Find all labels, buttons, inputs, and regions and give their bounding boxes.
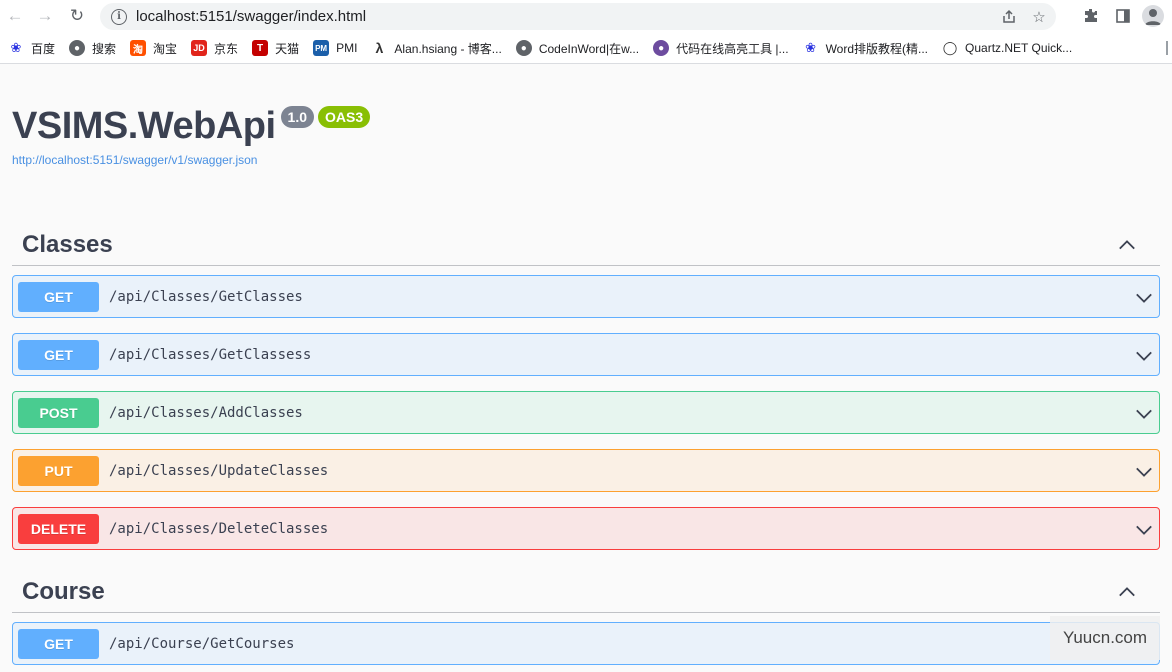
swagger-page: VSIMS.WebApi 1.0 OAS3 http://localhost:5… xyxy=(0,65,1172,672)
method-badge: GET xyxy=(18,281,99,312)
bookmark-jd[interactable]: JD 京东 xyxy=(189,36,246,60)
tag-title: Course xyxy=(22,577,105,605)
info-icon[interactable]: i xyxy=(111,8,127,25)
method-badge: GET xyxy=(18,628,99,659)
operation-path: /api/Classes/UpdateClasses xyxy=(109,462,329,479)
bookmark-label: Word排版教程(精... xyxy=(825,41,929,56)
operation-get-classess[interactable]: GET /api/Classes/GetClassess xyxy=(12,333,1160,376)
version-badge: 1.0 xyxy=(280,106,315,128)
chevron-down-icon[interactable] xyxy=(1135,405,1153,423)
bookmark-label: PMI xyxy=(336,41,358,55)
operation-get-courses[interactable]: GET /api/Course/GetCourses xyxy=(12,622,1160,665)
bookmark-label: CodeInWord|在w... xyxy=(538,41,640,56)
bookmark-label: 天猫 xyxy=(275,41,300,56)
operation-get-classes[interactable]: GET /api/Classes/GetClasses xyxy=(12,275,1160,318)
bookmark-codeinword[interactable]: ● CodeInWord|在w... xyxy=(514,36,647,60)
paw-icon: ❀ xyxy=(10,40,22,55)
quartz-icon: ◯ xyxy=(942,40,958,55)
operation-path: /api/Classes/GetClassess xyxy=(109,346,312,363)
bookmark-baidu[interactable]: ❀ 百度 xyxy=(6,36,63,60)
method-badge: POST xyxy=(18,397,99,428)
chevron-down-icon[interactable] xyxy=(1135,289,1153,307)
tag-classes[interactable]: Classes xyxy=(12,224,1160,266)
profile-avatar-icon[interactable] xyxy=(1142,5,1164,27)
operation-post-add-classes[interactable]: POST /api/Classes/AddClasses xyxy=(12,391,1160,434)
forward-arrow-icon[interactable]: → xyxy=(32,3,58,29)
chevron-down-icon[interactable] xyxy=(1135,347,1153,365)
address-bar[interactable]: i localhost:5151/swagger/index.html ☆ xyxy=(100,3,1056,30)
tmall-icon: T xyxy=(252,40,269,56)
operation-put-update-classes[interactable]: PUT /api/Classes/UpdateClasses xyxy=(12,449,1160,492)
operation-path: /api/Course/GetCourses xyxy=(109,635,295,652)
bookmarks-bar: ❀ 百度 ● 搜索 淘淘宝 JD 京东 T 天猫 PM PMI λ Alan.hsiang … xyxy=(0,33,1172,64)
bookmark-search[interactable]: ● 搜索 xyxy=(67,36,124,60)
operation-path: /api/Classes/AddClasses xyxy=(109,404,303,421)
lambda-icon: λ xyxy=(375,40,384,56)
bookmark-label: 京东 xyxy=(214,41,239,56)
bookmark-label: 淘宝 xyxy=(153,41,178,56)
bookmark-tmall[interactable]: T 天猫 xyxy=(250,36,307,60)
paw-icon: ❀ xyxy=(805,40,817,55)
share-icon[interactable] xyxy=(998,6,1020,28)
operation-delete-classes[interactable]: DELETE /api/Classes/DeleteClasses xyxy=(12,507,1160,550)
chevron-up-icon[interactable] xyxy=(1118,236,1136,254)
method-badge: DELETE xyxy=(18,513,99,544)
globe-icon: ● xyxy=(69,40,86,56)
method-badge: PUT xyxy=(18,455,99,486)
bookmark-label: Quartz.NET Quick... xyxy=(965,41,1073,55)
taobao-icon: 淘 xyxy=(130,40,147,56)
pmi-icon: PM xyxy=(313,40,330,56)
bookmark-quartz[interactable]: ◯ Quartz.NET Quick... xyxy=(940,36,1080,60)
globe-icon: ● xyxy=(515,40,532,56)
chevron-down-icon[interactable] xyxy=(1135,521,1153,539)
tag-title: Classes xyxy=(22,230,113,258)
bookmark-label: 百度 xyxy=(31,41,56,56)
reload-icon[interactable]: ↻ xyxy=(64,3,90,29)
api-info-title: VSIMS.WebApi 1.0 OAS3 xyxy=(12,105,371,147)
side-panel-icon[interactable] xyxy=(1110,3,1136,29)
oas-badge: OAS3 xyxy=(318,106,371,128)
bookmark-pmi[interactable]: PM PMI xyxy=(311,36,365,60)
extensions-puzzle-icon[interactable] xyxy=(1078,3,1104,29)
browser-toolbar: ← → ↻ i localhost:5151/swagger/index.htm… xyxy=(0,0,1172,33)
jd-icon: JD xyxy=(191,40,208,56)
bookmark-code-highlight[interactable]: ● 代码在线高亮工具 |... xyxy=(651,36,796,60)
bookmark-taobao[interactable]: 淘淘宝 xyxy=(128,36,185,60)
bookmark-alan-blog[interactable]: λ Alan.hsiang - 博客... xyxy=(369,36,509,60)
address-url[interactable]: localhost:5151/swagger/index.html xyxy=(136,8,366,25)
bookmark-label: 搜索 xyxy=(92,41,117,56)
bookmark-label: 代码在线高亮工具 |... xyxy=(676,41,789,56)
back-arrow-icon[interactable]: ← xyxy=(2,3,28,29)
circle-logo-icon: ● xyxy=(653,40,670,56)
method-badge: GET xyxy=(18,339,99,370)
bookmarks-overflow-icon[interactable] xyxy=(1162,41,1168,55)
chevron-up-icon[interactable] xyxy=(1118,583,1136,601)
operation-path: /api/Classes/GetClasses xyxy=(109,288,303,305)
tag-course[interactable]: Course xyxy=(12,571,1160,613)
chevron-down-icon[interactable] xyxy=(1135,463,1153,481)
bookmark-word-tutorial[interactable]: ❀ Word排版教程(精... xyxy=(801,36,936,60)
watermark: Yuucn.com xyxy=(1050,616,1160,660)
star-icon[interactable]: ☆ xyxy=(1028,6,1050,28)
operation-path: /api/Classes/DeleteClasses xyxy=(109,520,329,537)
bookmark-label: Alan.hsiang - 博客... xyxy=(394,41,502,56)
spec-url-link[interactable]: http://localhost:5151/swagger/v1/swagger… xyxy=(12,153,257,167)
api-title: VSIMS.WebApi xyxy=(12,105,276,147)
